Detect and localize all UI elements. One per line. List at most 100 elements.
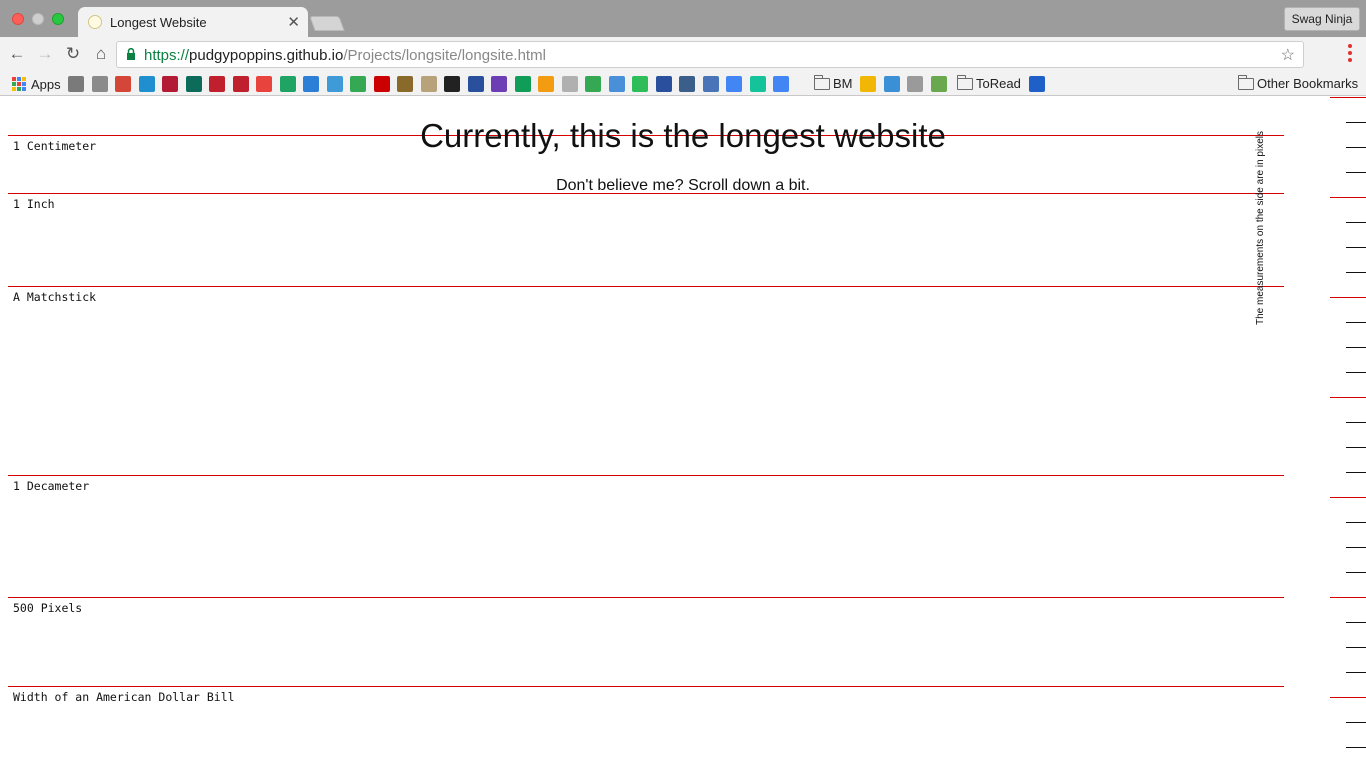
favicon-icon — [88, 15, 102, 29]
ruler-major-tick — [1330, 497, 1366, 498]
browser-toolbar: ← → ↻ ⌂ https://pudgypoppins.github.io/P… — [0, 37, 1366, 71]
ruler-minor-tick — [1346, 672, 1366, 673]
house-icon[interactable] — [444, 75, 460, 92]
measure-line — [8, 597, 1284, 598]
tab-close-icon[interactable]: ✕ — [287, 13, 300, 31]
circle-icon[interactable] — [256, 75, 272, 92]
lock-icon — [127, 48, 135, 60]
url-scheme: https:// — [144, 47, 190, 64]
new-tab-button[interactable] — [309, 16, 345, 31]
target-icon[interactable] — [91, 75, 108, 92]
maps-icon[interactable] — [350, 75, 366, 92]
ruler-major-tick — [1330, 97, 1366, 98]
window-close-button[interactable] — [12, 13, 24, 25]
folder-icon — [1237, 74, 1254, 90]
side-note: The measurements on the side are in pixe… — [1255, 131, 1266, 325]
other-bookmarks-folder[interactable]: Other Bookmarks — [1237, 74, 1359, 92]
cloud-icon[interactable] — [608, 75, 625, 92]
measure-label: A Matchstick — [13, 290, 97, 304]
measure-line — [8, 686, 1284, 687]
swirl-icon[interactable] — [883, 75, 900, 92]
cnn-icon[interactable] — [373, 75, 390, 92]
drive-icon[interactable] — [279, 75, 296, 92]
window-minimize-button[interactable] — [32, 13, 44, 25]
ruler-minor-tick — [1346, 747, 1366, 748]
menu-dots-icon[interactable] — [1348, 44, 1352, 62]
k-app-icon[interactable] — [397, 75, 413, 92]
bm-folder-label: BM — [833, 76, 853, 91]
profile-button[interactable]: Swag Ninja — [1284, 7, 1360, 31]
measure-label: 1 Inch — [13, 197, 55, 211]
puzzle-icon[interactable] — [326, 75, 343, 92]
diamond-icon[interactable] — [138, 75, 155, 92]
toread-folder-label: ToRead — [976, 76, 1021, 91]
measure-label: 500 Pixels — [13, 601, 83, 615]
measure-line — [8, 475, 1284, 476]
back-arrow-icon[interactable]: ← — [6, 43, 28, 65]
pixel-ruler — [1326, 97, 1366, 768]
asterisk-icon[interactable] — [538, 75, 554, 92]
stripe-icon[interactable] — [1029, 75, 1045, 92]
bookmark-star-icon[interactable]: ☆ — [1281, 45, 1295, 65]
measure-label: 1 Decameter — [13, 479, 90, 493]
measure-line — [8, 286, 1284, 287]
seal-icon[interactable] — [561, 75, 578, 92]
forward-arrow-icon[interactable]: → — [34, 43, 56, 65]
apps-grid-icon — [12, 77, 26, 91]
maps2-icon[interactable] — [585, 75, 601, 92]
measure-label: Width of an American Dollar Bill — [13, 690, 235, 704]
arrow-icon[interactable] — [232, 75, 249, 92]
n-app-icon[interactable] — [303, 75, 319, 92]
infinity-icon[interactable] — [209, 75, 225, 92]
ruler-minor-tick — [1346, 447, 1366, 448]
q-app-icon[interactable] — [930, 75, 947, 92]
apps-label: Apps — [31, 76, 61, 92]
ruler-minor-tick — [1346, 272, 1366, 273]
folder-icon — [956, 74, 973, 90]
other-bookmarks-label: Other Bookmarks — [1257, 76, 1359, 91]
figure-icon[interactable] — [420, 75, 437, 92]
bookmark-icons-3 — [1029, 75, 1053, 92]
page-title: Currently, this is the longest website — [420, 117, 946, 154]
tab-longest-website[interactable]: Longest Website ✕ — [78, 7, 308, 37]
p-app-icon[interactable] — [185, 75, 202, 92]
url-host: pudgypoppins.github.io — [189, 47, 344, 64]
docs-icon[interactable] — [773, 75, 789, 92]
building-icon[interactable] — [679, 75, 695, 92]
folder-icon[interactable] — [68, 75, 84, 92]
ruler-minor-tick — [1346, 247, 1366, 248]
google-icon[interactable] — [726, 75, 742, 92]
reload-icon[interactable]: ↻ — [62, 43, 84, 65]
sheets-icon[interactable] — [514, 75, 531, 92]
bookmark-folder-bm[interactable]: BM — [813, 74, 853, 92]
ruler-major-tick — [1330, 597, 1366, 598]
code-icon[interactable] — [702, 75, 719, 92]
page-icon[interactable] — [907, 75, 923, 92]
url-text[interactable]: https://pudgypoppins.github.io/Projects/… — [144, 47, 546, 64]
r-circle2-icon[interactable] — [655, 75, 672, 92]
ruler-minor-tick — [1346, 472, 1366, 473]
apps-bookmark[interactable]: Apps — [12, 75, 61, 93]
bookmark-icons — [68, 75, 797, 92]
gmail-icon[interactable] — [115, 75, 131, 92]
tab-title: Longest Website — [110, 15, 207, 30]
list-icon[interactable] — [491, 75, 507, 92]
ruler-minor-tick — [1346, 322, 1366, 323]
ruler-minor-tick — [1346, 547, 1366, 548]
grammarly-icon[interactable] — [749, 75, 766, 92]
window-maximize-button[interactable] — [52, 13, 64, 25]
ruler-minor-tick — [1346, 622, 1366, 623]
address-bar[interactable]: https://pudgypoppins.github.io/Projects/… — [116, 41, 1304, 68]
home-icon[interactable]: ⌂ — [90, 43, 112, 65]
ruler-minor-tick — [1346, 372, 1366, 373]
folder-icon — [813, 74, 830, 90]
ruler-minor-tick — [1346, 422, 1366, 423]
ruler-minor-tick — [1346, 347, 1366, 348]
pocket-icon[interactable] — [162, 75, 178, 92]
ruler-minor-tick — [1346, 572, 1366, 573]
spotify-icon[interactable] — [632, 75, 648, 92]
bookmark-folder-toread[interactable]: ToRead — [956, 74, 1021, 92]
page-subtitle: Don't believe me? Scroll down a bit. — [556, 177, 810, 194]
r-circle-icon[interactable] — [467, 75, 484, 92]
bees-icon[interactable] — [860, 75, 876, 92]
